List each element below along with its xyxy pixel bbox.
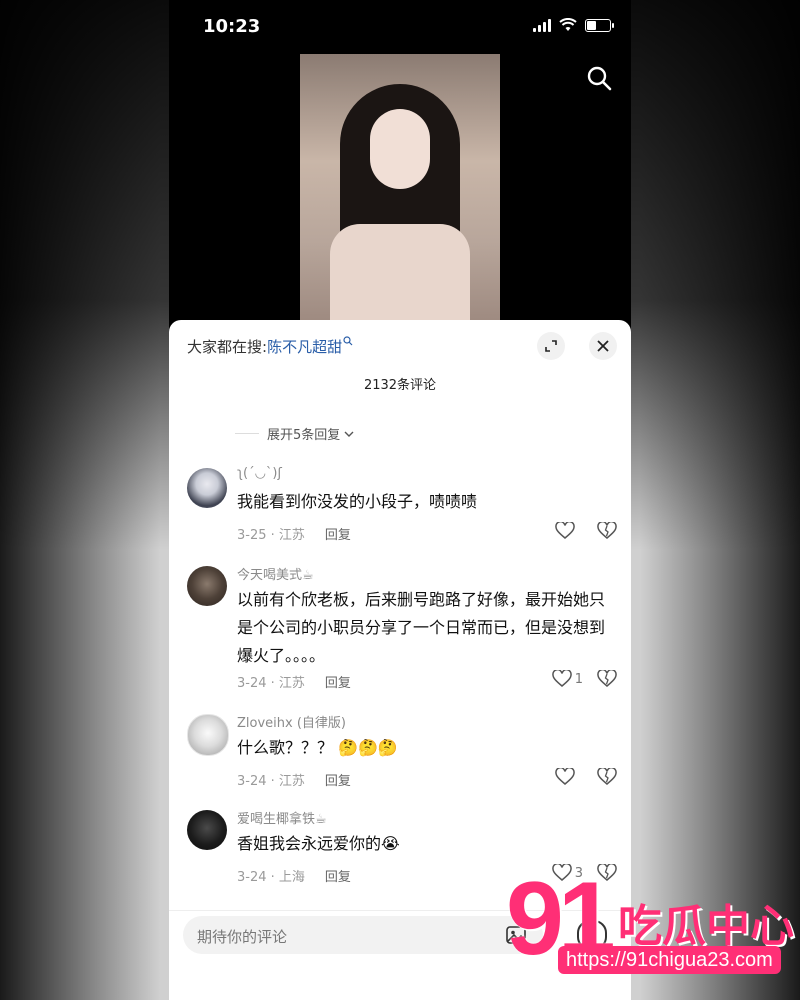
trending-search[interactable]: 大家都在搜:陈不凡超甜	[187, 336, 353, 357]
like-button[interactable]	[555, 522, 575, 540]
like-button[interactable]	[555, 768, 575, 786]
reply-button[interactable]: 回复	[325, 870, 351, 885]
watermark: 91 吃瓜中心 https://91chigua23.com	[500, 860, 800, 990]
watermark-title: 吃瓜中心	[618, 901, 794, 952]
close-button[interactable]	[589, 332, 617, 360]
watermark-url: https://91chigua23.com	[558, 946, 781, 974]
like-count: 1	[574, 671, 583, 687]
comment-author[interactable]: 今天喝美式☕	[237, 564, 314, 583]
status-bar: 10:23	[169, 0, 631, 54]
comment-input[interactable]: 期待你的评论	[183, 916, 543, 954]
reply-button[interactable]: 回复	[325, 528, 351, 543]
search-icon[interactable]	[585, 64, 613, 92]
avatar[interactable]	[187, 714, 229, 756]
comment-date: 3-25 · 江苏	[237, 528, 305, 543]
comment-input-placeholder: 期待你的评论	[197, 928, 288, 946]
comment-author[interactable]: ʅ(´◡`)ʃ	[237, 466, 282, 481]
close-icon	[597, 340, 609, 352]
comment-meta: 3-24 · 江苏 回复	[237, 770, 351, 789]
signal-icon	[533, 18, 551, 32]
comment-date: 3-24 · 江苏	[237, 676, 305, 691]
expand-button[interactable]	[537, 332, 565, 360]
comment-item: 今天喝美式☕ 以前有个欣老板，后来删号跑路了好像，最开始她只是个公司的小职员分享…	[187, 566, 617, 696]
heart-icon	[555, 768, 575, 785]
clock: 10:23	[203, 16, 261, 37]
comment-author[interactable]: Zloveihx (自律版)	[237, 712, 346, 731]
broken-heart-icon[interactable]	[597, 522, 617, 540]
comment-count: 2132条评论	[363, 378, 437, 393]
comment-meta: 3-24 · 江苏 回复	[237, 672, 351, 691]
comment-text: 我能看到你没发的小段子，啧啧啧	[237, 492, 478, 511]
comment-meta: 3-24 · 上海 回复	[237, 866, 351, 885]
reply-button[interactable]: 回复	[325, 676, 351, 691]
broken-heart-icon[interactable]	[597, 768, 617, 786]
comment-text: 以前有个欣老板，后来删号跑路了好像，最开始她只是个公司的小职员分享了一个日常而已…	[237, 590, 606, 665]
chevron-down-icon	[344, 431, 354, 437]
comment-item: ʅ(´◡`)ʃ 我能看到你没发的小段子，啧啧啧 3-25 · 江苏 回复	[187, 466, 617, 544]
trending-search-prefix: 大家都在搜:	[187, 338, 268, 356]
avatar[interactable]	[187, 810, 227, 850]
expand-icon	[545, 340, 557, 352]
search-small-icon	[343, 336, 353, 346]
trending-search-keyword[interactable]: 陈不凡超甜	[267, 338, 342, 356]
comment-meta: 3-25 · 江苏 回复	[237, 524, 351, 543]
video-preview[interactable]	[300, 54, 500, 322]
heart-icon	[555, 522, 575, 539]
comment-author[interactable]: 爱喝生椰拿铁☕	[237, 808, 327, 827]
comment-date: 3-24 · 上海	[237, 870, 305, 885]
avatar[interactable]	[187, 566, 227, 606]
avatar[interactable]	[187, 468, 227, 508]
status-icons	[533, 18, 614, 32]
comment-date: 3-24 · 江苏	[237, 774, 305, 789]
wifi-icon	[559, 18, 577, 31]
expand-replies-label: 展开5条回复	[267, 428, 341, 443]
like-button[interactable]: 1	[551, 670, 583, 688]
heart-icon	[551, 670, 572, 687]
comment-text: 香姐我会永远爱你的😭	[237, 834, 400, 853]
comment-text: 什么歌？？？ 🤔🤔🤔	[237, 738, 398, 757]
phone-screen: 10:23 大家都在搜:陈不凡超甜 2132条评论 展开5条回复 ʅ(´◡`)ʃ…	[169, 0, 631, 1000]
reply-button[interactable]: 回复	[325, 774, 351, 789]
battery-icon	[585, 18, 614, 32]
broken-heart-icon[interactable]	[597, 670, 617, 688]
comment-item: Zloveihx (自律版) 什么歌？？？ 🤔🤔🤔 3-24 · 江苏 回复	[187, 714, 617, 790]
expand-replies-link[interactable]: 展开5条回复	[235, 424, 355, 443]
